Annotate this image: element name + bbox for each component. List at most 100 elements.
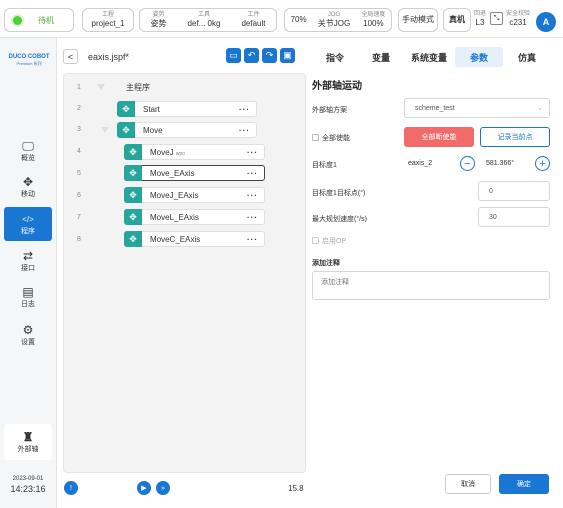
save-button[interactable]: ▣ [280, 48, 295, 63]
drag-handle-icon[interactable]: ✥ [117, 101, 135, 117]
workpiece-label: 工件 [247, 11, 260, 18]
status-indicator[interactable]: 待机 [4, 8, 74, 32]
target1-mark-value: 0 [489, 187, 493, 195]
more-icon[interactable]: ··· [247, 148, 258, 157]
fast-forward-icon: » [161, 484, 165, 492]
safety-level-value: L3 [475, 18, 485, 27]
tab-simulation[interactable]: 仿真 [505, 47, 549, 67]
all-enable-checkbox[interactable] [312, 134, 319, 141]
tab-instructions[interactable]: 指令 [313, 47, 357, 67]
tab-variables[interactable]: 变量 [359, 47, 403, 67]
drag-handle-icon[interactable]: ✥ [124, 187, 142, 203]
external-axis-button[interactable]: ♜ 外部轴 [4, 424, 52, 460]
tree-node-movej[interactable]: ✥ MoveJ wpo ··· [124, 144, 265, 160]
confirm-button[interactable]: 确定 [499, 474, 549, 494]
real-robot-button[interactable]: 真机 [443, 8, 471, 32]
decrease-button[interactable]: − [460, 156, 475, 171]
back-button[interactable]: < [63, 49, 78, 64]
avatar[interactable]: A [536, 12, 556, 32]
robot-arm-icon: ♜ [22, 430, 34, 444]
step-button[interactable]: » [156, 481, 170, 495]
disable-all-button[interactable]: 全部断使能 [404, 127, 474, 147]
more-icon[interactable]: ··· [239, 105, 250, 114]
project-value: project_1 [91, 18, 125, 28]
drag-handle-icon[interactable]: ✥ [117, 122, 135, 138]
drag-handle-icon[interactable]: ✥ [124, 165, 142, 181]
code-icon: </> [22, 214, 34, 224]
chevron-down-icon: ⌄ [537, 105, 543, 112]
target1-value: 581.366° [486, 160, 515, 167]
sidebar-item-move[interactable]: ✥ 移动 [4, 170, 52, 204]
target1-mark-input[interactable]: 0 [478, 181, 550, 201]
folder-button[interactable]: ▭ [226, 48, 241, 63]
speed-selector[interactable]: 70% JOG 关节JOG 全局速度 100% [284, 8, 392, 32]
play-icon: ▶ [141, 485, 147, 492]
sidebar-item-settings[interactable]: ⚙ 设置 [4, 318, 52, 352]
tree-node-move-eaxis[interactable]: ✥ Move_EAxis ··· [124, 165, 265, 181]
more-icon[interactable]: ··· [247, 213, 258, 222]
scheme-label: 外部轴方案 [312, 107, 347, 114]
more-icon[interactable]: ··· [247, 169, 258, 178]
tree-node-movel-eaxis[interactable]: ✥ MoveL_EAxis ··· [124, 209, 265, 225]
brand-sub: Premium 系列 [16, 61, 42, 66]
resize-icon[interactable]: ⤡ [490, 12, 503, 25]
target1-axis: eaxis_2 [408, 160, 433, 167]
tool-value: def... 0kg [187, 18, 221, 28]
pose-label: 姿势 [152, 11, 165, 18]
program-header: < eaxis.jspf* ▭ ↶ ↷ ▣ [57, 40, 307, 70]
sidebar-item-label: 概览 [21, 154, 35, 162]
drag-handle-icon[interactable]: ✥ [124, 209, 142, 225]
increase-button[interactable]: + [535, 156, 550, 171]
tab-parameters[interactable]: 参数 [455, 47, 503, 67]
progress-value: 15.8 [288, 484, 304, 493]
tab-system-variables[interactable]: 系统变量 [405, 47, 453, 67]
drag-handle-icon[interactable]: ✥ [124, 231, 142, 247]
sidebar-item-program[interactable]: </> 程序 [4, 207, 52, 241]
undo-button[interactable]: ↶ [244, 48, 259, 63]
max-speed-input[interactable]: 30 [478, 207, 550, 227]
sidebar-item-label: 移动 [21, 190, 35, 198]
record-point-button[interactable]: 记录当前点 [480, 127, 550, 147]
sidebar-item-overview[interactable]: 🖵 概览 [4, 134, 52, 168]
line-number: 5 [77, 170, 81, 177]
panel-title: 外部轴运动 [312, 81, 362, 92]
safety-level-label: 回退 [474, 11, 487, 17]
tree-node-movec-eaxis[interactable]: ✥ MoveC_EAxis ··· [124, 231, 265, 247]
mode-button[interactable]: 手动模式 [398, 8, 438, 32]
comment-textarea[interactable] [312, 271, 550, 300]
enable-op-checkbox[interactable] [312, 237, 319, 244]
safety-check-value: c231 [509, 18, 527, 27]
drag-handle-icon[interactable]: ✥ [124, 144, 142, 160]
more-icon[interactable]: ··· [239, 126, 250, 135]
sidebar: DUCO COBOT Premium 系列 🖵 概览 ✥ 移动 </> 程序 ⇄… [0, 38, 57, 508]
tree-node-movej-eaxis[interactable]: ✥ MoveJ_EAxis ··· [124, 187, 265, 203]
redo-icon: ↷ [265, 50, 274, 60]
sidebar-item-interface[interactable]: ⇄ 接口 [4, 244, 52, 278]
cancel-button[interactable]: 取消 [445, 474, 491, 494]
jog-value: 关节JOG [317, 18, 351, 28]
status-dot-icon [11, 13, 24, 27]
collapse-icon[interactable] [101, 127, 109, 133]
save-icon: ▣ [283, 50, 292, 60]
node-sub-label: wpo [175, 150, 185, 157]
line-number: 7 [77, 214, 81, 221]
project-selector[interactable]: 工程 project_1 [82, 8, 134, 32]
collapse-icon[interactable] [97, 84, 105, 90]
coordinate-selector[interactable]: 姿势 姿势 工具 def... 0kg 工件 default [139, 8, 277, 32]
gear-icon: ⚙ [22, 322, 34, 337]
more-icon[interactable]: ··· [247, 235, 258, 244]
play-button[interactable]: ▶ [137, 481, 151, 495]
program-tree: 1 2 3 4 5 6 7 8 主程序 ✥ Start ··· ✥ Move ·… [63, 73, 306, 473]
tree-node-start[interactable]: ✥ Start ··· [117, 101, 257, 117]
tree-node-move[interactable]: ✥ Move ··· [117, 122, 257, 138]
info-button[interactable]: ! [64, 481, 78, 495]
enable-op-label: 启用OP [322, 238, 347, 245]
sidebar-item-label: 日志 [21, 300, 35, 308]
redo-button[interactable]: ↷ [262, 48, 277, 63]
more-icon[interactable]: ··· [247, 191, 258, 200]
scheme-select[interactable]: scheme_test ⌄ [404, 98, 550, 118]
scheme-value: scheme_test [415, 104, 455, 112]
sidebar-item-log[interactable]: ▤ 日志 [4, 280, 52, 314]
safety-check-label: 安全校验 [506, 11, 531, 17]
external-axis-label: 外部轴 [17, 446, 39, 453]
